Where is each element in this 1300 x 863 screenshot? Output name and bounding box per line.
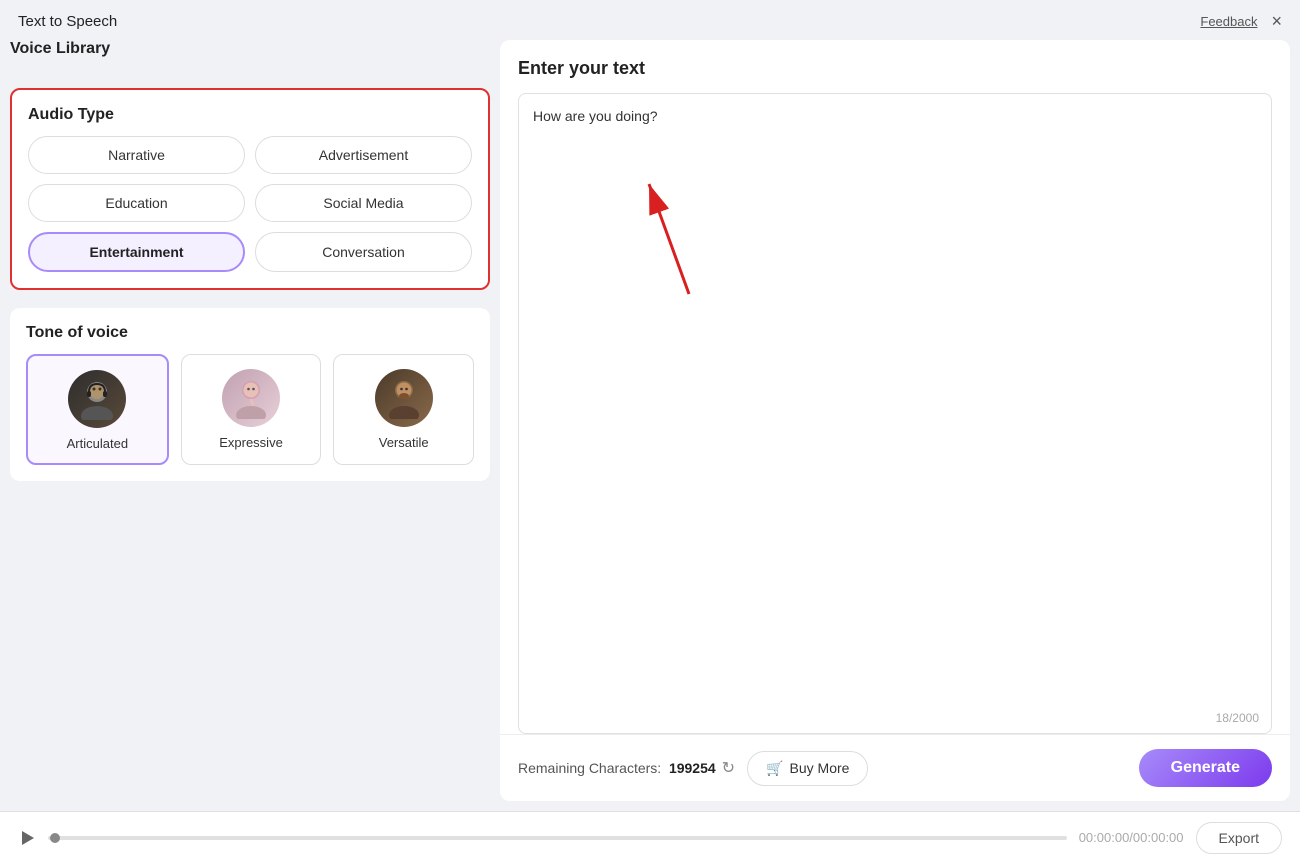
left-panel: Voice Library Audio Type Narrative Adver…	[10, 40, 500, 801]
articulated-person-icon	[76, 378, 118, 420]
text-input[interactable]: How are you doing?	[533, 108, 1257, 719]
tone-label-expressive: Expressive	[219, 435, 283, 450]
remaining-chars-label: Remaining Characters: 199254	[518, 760, 716, 776]
play-button[interactable]	[18, 829, 36, 847]
audio-btn-narrative[interactable]: Narrative	[28, 136, 245, 174]
tone-card-expressive[interactable]: Expressive	[181, 354, 322, 465]
title-bar-actions: Feedback ×	[1200, 12, 1282, 30]
versatile-person-icon	[383, 377, 425, 419]
tone-title: Tone of voice	[26, 324, 474, 342]
title-bar: Text to Speech Feedback ×	[0, 0, 1300, 40]
refresh-icon[interactable]: ↻	[722, 758, 735, 778]
enter-text-title: Enter your text	[518, 58, 1272, 79]
remaining-chars-value: 199254	[669, 760, 716, 776]
audio-btn-advertisement[interactable]: Advertisement	[255, 136, 472, 174]
export-button[interactable]: Export	[1196, 822, 1282, 854]
app-title: Text to Speech	[18, 13, 117, 30]
tone-card-articulated[interactable]: Articulated	[26, 354, 169, 465]
progress-track[interactable]	[48, 836, 1067, 840]
generate-button[interactable]: Generate	[1139, 749, 1272, 787]
tone-card-versatile[interactable]: Versatile	[333, 354, 474, 465]
voice-library-title: Voice Library	[10, 40, 490, 58]
tone-grid: Articulated	[26, 354, 474, 465]
feedback-link[interactable]: Feedback	[1200, 14, 1257, 29]
play-icon	[18, 829, 36, 847]
buy-more-label: Buy More	[790, 760, 850, 776]
audio-type-title: Audio Type	[28, 106, 472, 124]
tone-section: Tone of voice	[10, 308, 490, 481]
tone-avatar-versatile	[375, 369, 433, 427]
tone-avatar-expressive	[222, 369, 280, 427]
expressive-person-icon	[230, 377, 272, 419]
main-content: Voice Library Audio Type Narrative Adver…	[0, 40, 1300, 811]
char-count: 18/2000	[1216, 711, 1259, 725]
text-area-wrapper: How are you doing? 18/2000	[518, 93, 1272, 734]
cart-icon: 🛒	[766, 760, 783, 777]
buy-more-button[interactable]: 🛒 Buy More	[747, 751, 868, 786]
right-panel-inner: Enter your text How are you doing? 18/20…	[500, 40, 1290, 734]
audio-btn-social-media[interactable]: Social Media	[255, 184, 472, 222]
audio-type-grid: Narrative Advertisement Education Social…	[28, 136, 472, 272]
remaining-label-text: Remaining Characters:	[518, 760, 661, 776]
progress-handle	[50, 833, 60, 843]
audio-btn-education[interactable]: Education	[28, 184, 245, 222]
tone-label-versatile: Versatile	[379, 435, 429, 450]
audio-btn-conversation[interactable]: Conversation	[255, 232, 472, 272]
tone-label-articulated: Articulated	[67, 436, 128, 451]
tone-avatar-articulated	[68, 370, 126, 428]
right-bottom: Remaining Characters: 199254 ↻ 🛒 Buy Mor…	[500, 734, 1290, 801]
right-panel: Enter your text How are you doing? 18/20…	[500, 40, 1290, 801]
close-button[interactable]: ×	[1271, 12, 1282, 30]
audio-type-section: Audio Type Narrative Advertisement Educa…	[10, 88, 490, 290]
time-display: 00:00:00/00:00:00	[1079, 830, 1184, 845]
playback-bar: 00:00:00/00:00:00 Export	[0, 811, 1300, 863]
bottom-actions-left: Remaining Characters: 199254 ↻ 🛒 Buy Mor…	[518, 751, 868, 786]
audio-btn-entertainment[interactable]: Entertainment	[28, 232, 245, 272]
